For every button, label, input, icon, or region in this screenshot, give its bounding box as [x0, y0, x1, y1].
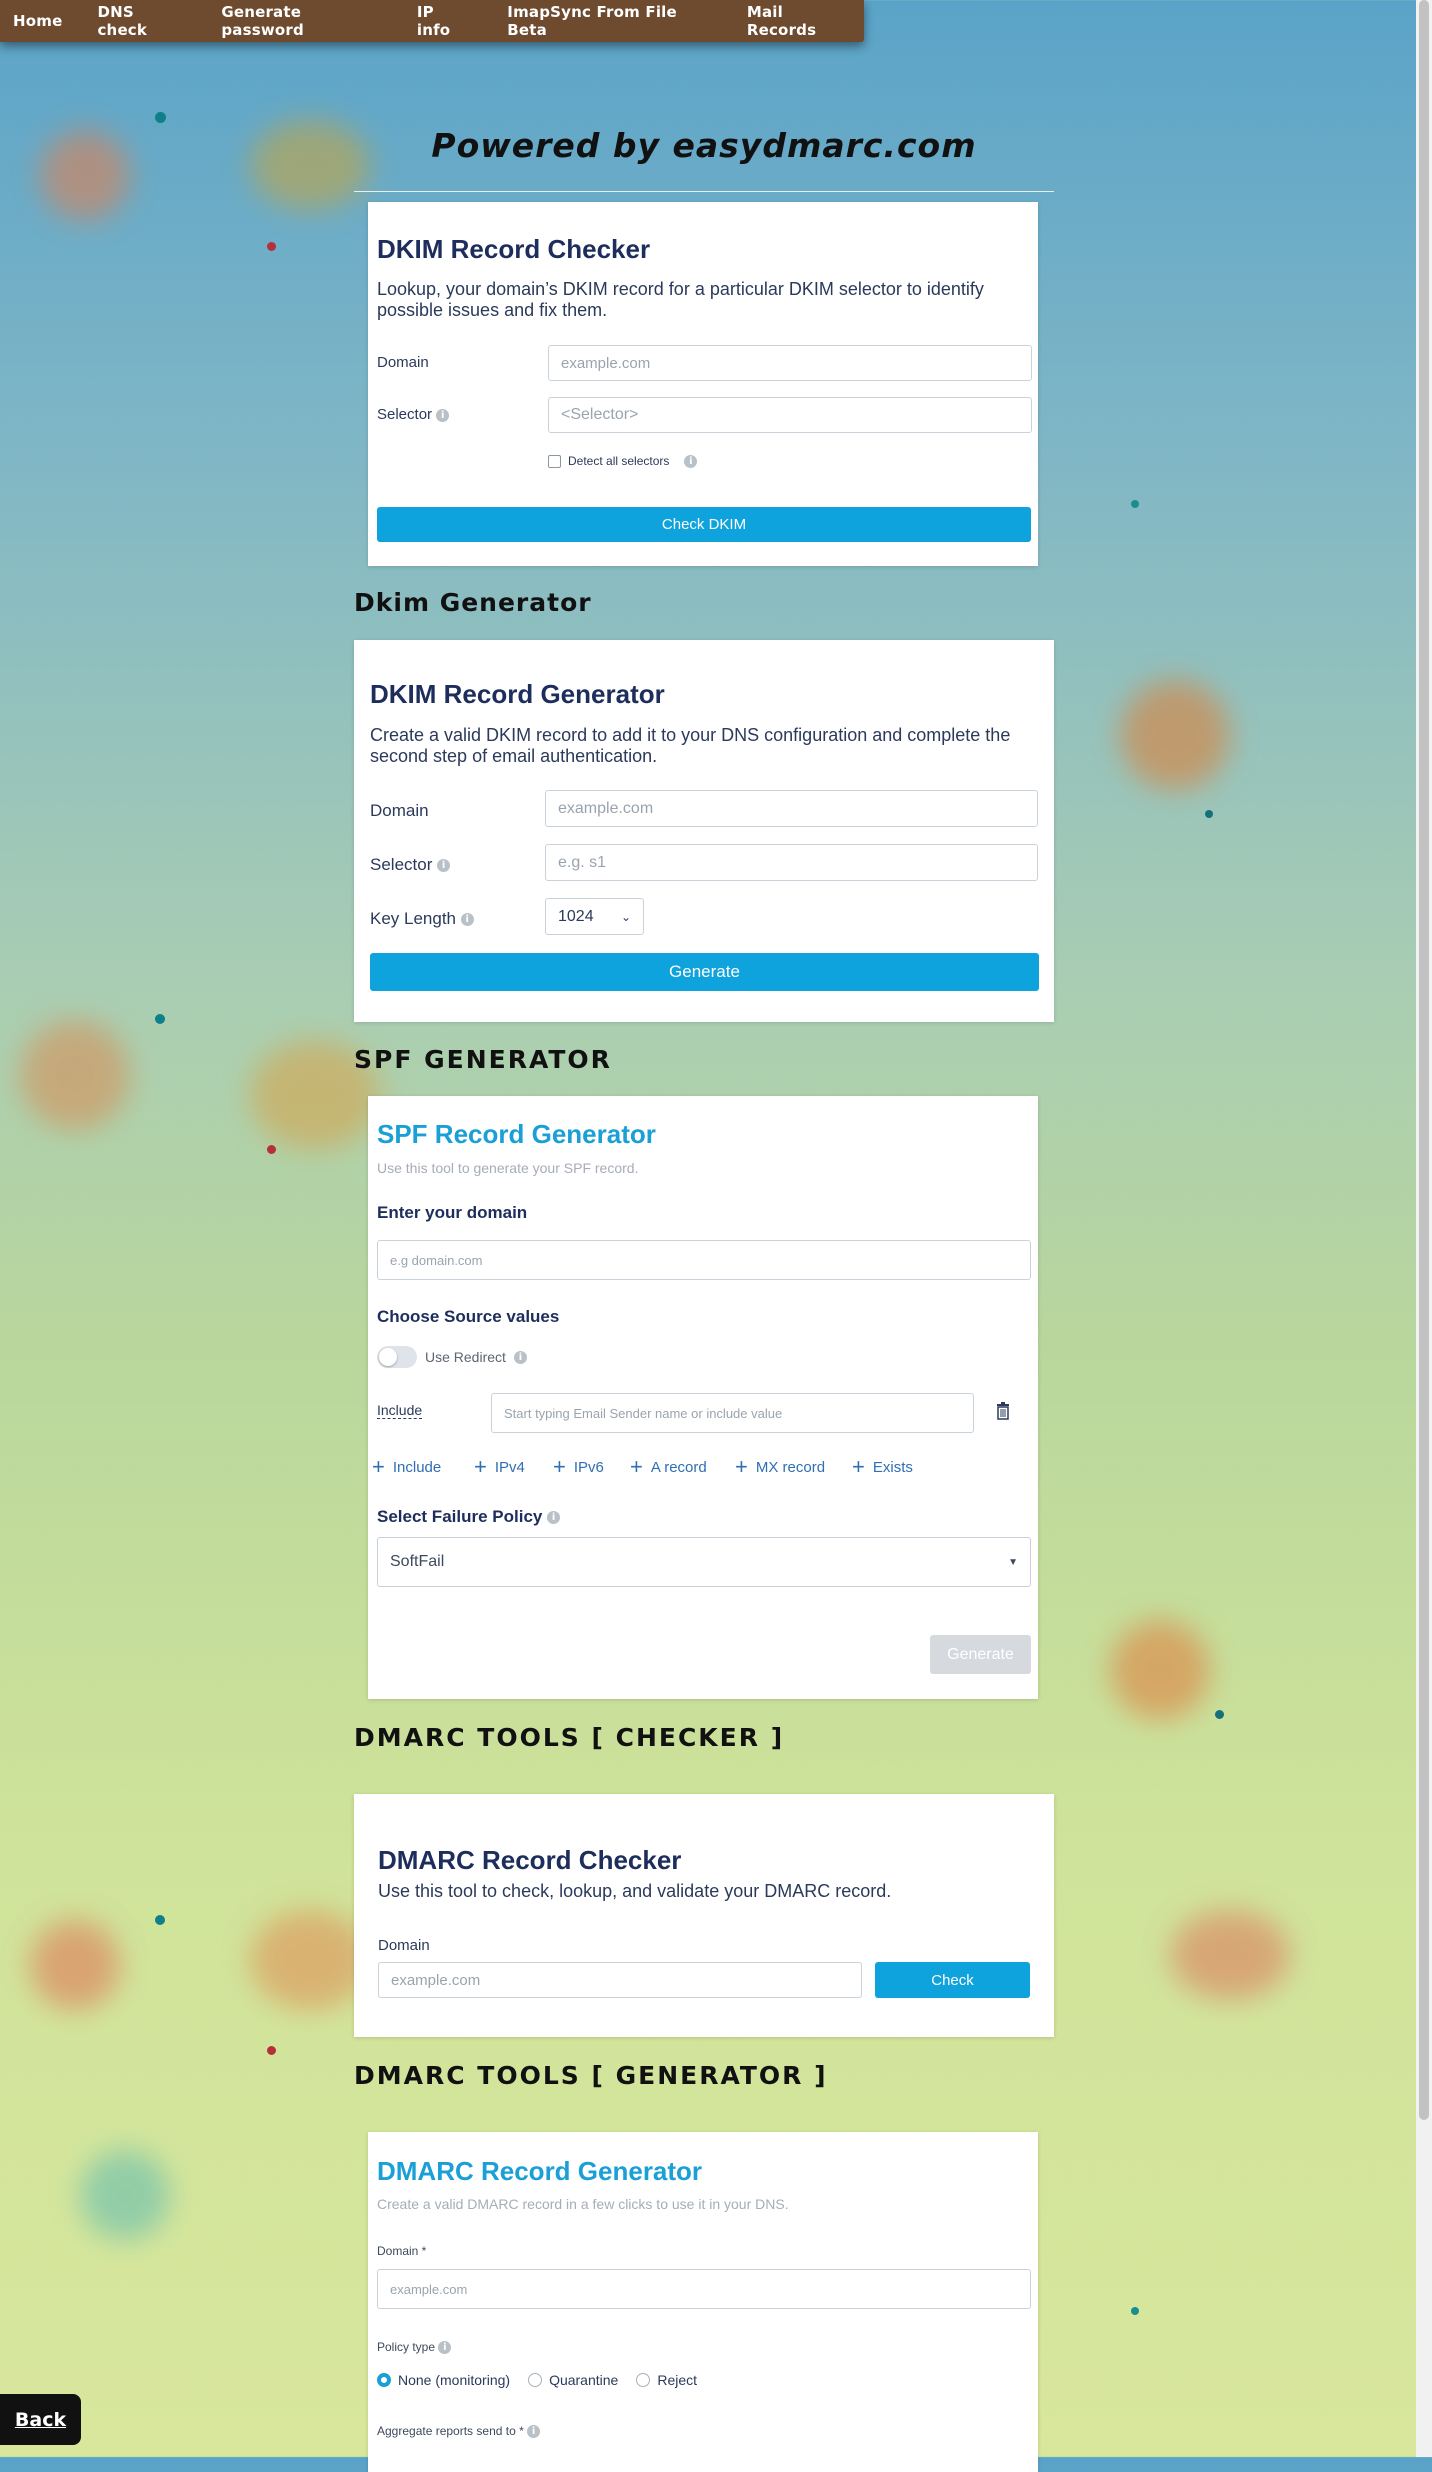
key-length-select[interactable]: 1024 ⌄: [545, 898, 644, 935]
info-icon[interactable]: i: [547, 1511, 561, 1525]
use-redirect-row: Use Redirect i: [377, 1346, 527, 1368]
dkim-checker-selector-input[interactable]: <Selector>: [548, 397, 1032, 433]
dmarc-checker-section-title: DMARC TOOLS [ CHECKER ]: [354, 1723, 785, 1752]
policy-none-label: None (monitoring): [398, 2372, 511, 2388]
nav-home[interactable]: Home: [0, 12, 75, 30]
dmarc-checker-title: DMARC Record Checker: [378, 1845, 682, 1875]
dmarc-generator-subtitle: Create a valid DMARC record in a few cli…: [377, 2196, 789, 2212]
enter-domain-heading: Enter your domain: [377, 1203, 528, 1222]
policy-reject-radio[interactable]: [636, 2373, 651, 2387]
back-button[interactable]: Back: [0, 2394, 81, 2445]
info-icon[interactable]: i: [438, 2341, 452, 2355]
dmarc-checker-domain-input[interactable]: example.com: [378, 1962, 862, 1998]
dmarc-checker-card: DMARC Record Checker Use this tool to ch…: [354, 1794, 1054, 2037]
failure-policy-heading: Select Failure Policy i: [377, 1507, 561, 1527]
plus-icon: +: [735, 1454, 748, 1479]
top-nav: Home DNS check Generate password IP info…: [0, 0, 864, 42]
selector-label: Selector i: [370, 855, 451, 875]
dmarc-checker-description: Use this tool to check, lookup, and vali…: [378, 1881, 892, 1901]
policy-quarantine-label: Quarantine: [549, 2372, 619, 2388]
dmarc-generator-title: DMARC Record Generator: [377, 2156, 703, 2186]
nav-ip-info[interactable]: IP info: [392, 3, 482, 39]
use-redirect-label: Use Redirect: [425, 1349, 506, 1365]
plus-icon: +: [372, 1454, 385, 1479]
dkim-generator-description: Create a valid DKIM record to add it to …: [370, 725, 1011, 766]
divider: [354, 191, 1054, 192]
dkim-generator-selector-input[interactable]: e.g. s1: [545, 844, 1038, 881]
dmarc-check-button[interactable]: Check: [875, 1962, 1030, 1998]
policy-radio-group: None (monitoring) Quarantine Reject: [377, 2372, 697, 2388]
info-icon[interactable]: i: [436, 408, 450, 422]
spf-section-title: SPF GENERATOR: [354, 1045, 612, 1074]
source-values-heading: Choose Source values: [377, 1307, 560, 1326]
detect-all-row: Detect all selectors i: [548, 454, 698, 468]
nav-generate-password[interactable]: Generate password: [196, 3, 392, 39]
redirect-toggle[interactable]: [377, 1346, 417, 1368]
scrollbar-thumb[interactable]: [1419, 0, 1429, 2120]
policy-reject-label: Reject: [657, 2372, 698, 2388]
dmarc-generator-section-title: DMARC TOOLS [ GENERATOR ]: [354, 2061, 828, 2090]
domain-label: Domain: [377, 354, 429, 371]
policy-none-radio[interactable]: [377, 2373, 391, 2387]
spf-subtitle: Use this tool to generate your SPF recor…: [377, 1160, 639, 1176]
plus-icon: +: [474, 1454, 487, 1479]
include-input[interactable]: Start typing Email Sender name or includ…: [491, 1393, 974, 1433]
info-icon[interactable]: i: [684, 454, 698, 468]
nav-imapsync[interactable]: ImapSync From File Beta: [482, 3, 722, 39]
dkim-checker-title: DKIM Record Checker: [377, 234, 651, 264]
spf-title: SPF Record Generator: [377, 1119, 656, 1149]
caret-down-icon: ▼: [1008, 1556, 1018, 1568]
key-length-label: Key Length i: [370, 909, 474, 929]
add-a-record-button[interactable]: + A record: [630, 1456, 707, 1478]
chevron-down-icon: ⌄: [620, 909, 631, 924]
dkim-checker-description: Lookup, your domain’s DKIM record for a …: [377, 279, 984, 320]
dmarc-generator-card: DMARC Record Generator Create a valid DM…: [368, 2132, 1038, 2472]
domain-label: Domain *: [377, 2244, 427, 2258]
add-include-button[interactable]: + Include: [372, 1456, 441, 1478]
trash-icon[interactable]: [996, 1402, 1010, 1420]
failure-policy-select[interactable]: SoftFail ▼: [377, 1537, 1031, 1587]
nav-mail-records[interactable]: Mail Records: [722, 3, 864, 39]
include-label: Include: [377, 1402, 423, 1419]
spf-domain-input[interactable]: e.g domain.com: [377, 1240, 1031, 1280]
add-ipv6-button[interactable]: + IPv6: [553, 1456, 604, 1478]
powered-by-heading: Powered by easydmarc.com: [431, 126, 977, 165]
info-icon[interactable]: i: [527, 2425, 541, 2439]
add-mx-record-button[interactable]: + MX record: [735, 1456, 825, 1478]
dkim-checker-card: DKIM Record Checker Lookup, your domain’…: [368, 202, 1038, 566]
detect-all-label: Detect all selectors: [568, 454, 670, 468]
selector-label: Selector i: [377, 406, 450, 423]
domain-label: Domain: [378, 1937, 430, 1954]
spf-generate-button[interactable]: Generate: [930, 1635, 1031, 1674]
detect-all-checkbox[interactable]: [548, 454, 561, 468]
info-icon[interactable]: i: [513, 1350, 527, 1364]
dkim-generator-domain-input[interactable]: example.com: [545, 790, 1038, 827]
nav-dns-check[interactable]: DNS check: [75, 3, 196, 39]
dkim-generator-card: DKIM Record Generator Create a valid DKI…: [354, 640, 1054, 1022]
dkim-checker-domain-input[interactable]: example.com: [548, 345, 1032, 381]
plus-icon: +: [852, 1454, 865, 1479]
info-icon[interactable]: i: [460, 913, 474, 927]
domain-label: Domain: [370, 801, 429, 820]
scrollbar[interactable]: [1416, 0, 1432, 2457]
policy-quarantine-radio[interactable]: [528, 2373, 543, 2387]
spf-generator-card: SPF Record Generator Use this tool to ge…: [368, 1096, 1038, 1699]
plus-icon: +: [630, 1454, 643, 1479]
policy-type-label: Policy type i: [377, 2340, 452, 2355]
add-exists-button[interactable]: + Exists: [852, 1456, 913, 1478]
dkim-generator-title: DKIM Record Generator: [370, 679, 665, 709]
dmarc-generator-domain-input[interactable]: example.com: [377, 2269, 1031, 2309]
plus-icon: +: [553, 1454, 566, 1479]
aggregate-reports-label: Aggregate reports send to * i: [377, 2424, 541, 2439]
add-ipv4-button[interactable]: + IPv4: [474, 1456, 525, 1478]
check-dkim-button[interactable]: Check DKIM: [377, 507, 1031, 542]
dkim-generate-button[interactable]: Generate: [370, 953, 1039, 991]
info-icon[interactable]: i: [437, 859, 451, 873]
dkim-generator-section-title: Dkim Generator: [354, 588, 592, 617]
